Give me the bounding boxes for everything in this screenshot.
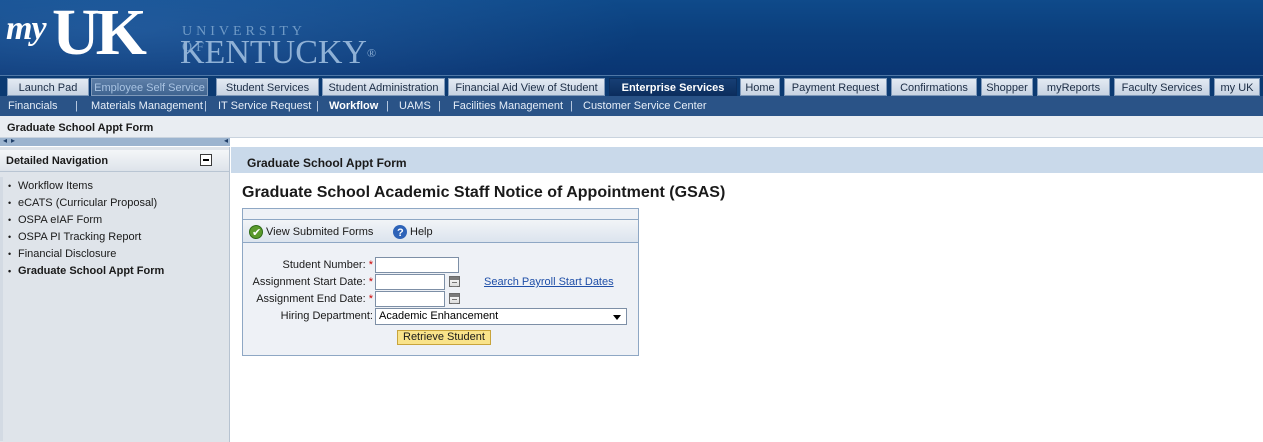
tab-enterprise-services[interactable]: Enterprise Services bbox=[609, 78, 737, 96]
tab-launch-pad[interactable]: Launch Pad bbox=[7, 78, 89, 96]
subnav-separator: | bbox=[386, 100, 389, 112]
help-label: Help bbox=[410, 226, 433, 238]
nav-item-workflow-items[interactable]: Workflow Items bbox=[0, 178, 229, 195]
content-header: Graduate School Appt Form bbox=[231, 153, 1263, 173]
navigation-pager: ◂ ▸ ◂ bbox=[0, 136, 1263, 147]
subnav-separator: | bbox=[204, 100, 207, 112]
tab-myreports[interactable]: myReports bbox=[1037, 78, 1110, 96]
checkmark-icon bbox=[249, 224, 263, 242]
top-navigation: Launch Pad Employee Self Service Student… bbox=[0, 75, 1263, 96]
subnav-customer-service-center[interactable]: Customer Service Center bbox=[583, 96, 707, 116]
subnav-uams[interactable]: UAMS bbox=[399, 96, 431, 116]
logo-kentucky-text: KENTUCKY bbox=[180, 34, 367, 71]
logo-kentucky: KENTUCKY® bbox=[180, 36, 376, 70]
tab-financial-aid-view[interactable]: Financial Aid View of Student bbox=[448, 78, 605, 96]
subnav-financials[interactable]: Financials bbox=[8, 96, 58, 116]
required-marker: * bbox=[368, 293, 373, 305]
nav-item-graduate-school-appt-form[interactable]: Graduate School Appt Form bbox=[0, 263, 229, 280]
form-toolbar: View Submited Forms Help bbox=[243, 219, 638, 243]
start-date-label: Assignment Start Date: * bbox=[243, 276, 373, 288]
view-submitted-forms-label: View Submited Forms bbox=[266, 226, 374, 238]
tab-home[interactable]: Home bbox=[740, 78, 780, 96]
help-button[interactable]: Help bbox=[393, 223, 433, 242]
header-banner: my UK UNIVERSITY OF KENTUCKY® bbox=[0, 0, 1263, 75]
hiring-department-label: Hiring Department: bbox=[280, 310, 373, 322]
required-marker: * bbox=[368, 276, 373, 288]
pager-collapse-icon[interactable]: ◂ bbox=[224, 136, 228, 145]
logo-uk-text: UK bbox=[52, 0, 147, 69]
nav-item-financial-disclosure[interactable]: Financial Disclosure bbox=[0, 246, 229, 263]
nav-item-ospa-pi-tracking-report[interactable]: OSPA PI Tracking Report bbox=[0, 229, 229, 246]
pager-prev-icon[interactable]: ◂ bbox=[3, 136, 7, 145]
main-content: Graduate School Appt Form Graduate Schoo… bbox=[231, 147, 1263, 442]
calendar-icon[interactable] bbox=[449, 276, 460, 287]
sub-navigation: Financials | Materials Management | IT S… bbox=[0, 96, 1263, 116]
student-number-label-text: Student Number: bbox=[282, 259, 366, 271]
logo-my-text: my bbox=[6, 10, 47, 47]
subnav-workflow[interactable]: Workflow bbox=[329, 96, 378, 116]
view-submitted-forms-button[interactable]: View Submited Forms bbox=[249, 223, 374, 242]
start-date-label-text: Assignment Start Date: bbox=[252, 276, 366, 288]
tab-confirmations[interactable]: Confirmations bbox=[891, 78, 977, 96]
student-number-label: Student Number: * bbox=[243, 259, 374, 271]
nav-item-ospa-eiaf-form[interactable]: OSPA eIAF Form bbox=[0, 212, 229, 229]
nav-item-ecats[interactable]: eCATS (Curricular Proposal) bbox=[0, 195, 229, 212]
tab-payment-request[interactable]: Payment Request bbox=[784, 78, 887, 96]
detailed-navigation-title: Detailed Navigation bbox=[6, 155, 109, 167]
logo-registered-mark: ® bbox=[366, 46, 377, 60]
tab-employee-self-service[interactable]: Employee Self Service bbox=[91, 78, 208, 96]
collapse-panel-icon[interactable] bbox=[200, 154, 212, 166]
page-title: Graduate School Appt Form bbox=[0, 116, 1263, 138]
tab-my-uk[interactable]: my UK bbox=[1214, 78, 1260, 96]
subnav-separator: | bbox=[316, 100, 319, 112]
subnav-facilities-management[interactable]: Facilities Management bbox=[453, 96, 563, 116]
required-marker: * bbox=[368, 259, 373, 271]
tab-shopper[interactable]: Shopper bbox=[981, 78, 1033, 96]
subnav-separator: | bbox=[570, 100, 573, 112]
student-number-input[interactable] bbox=[375, 257, 459, 273]
subnav-it-service-request[interactable]: IT Service Request bbox=[218, 96, 311, 116]
calendar-icon[interactable] bbox=[449, 293, 460, 304]
tab-faculty-services[interactable]: Faculty Services bbox=[1114, 78, 1210, 96]
subnav-separator: | bbox=[75, 100, 78, 112]
end-date-input[interactable] bbox=[375, 291, 445, 307]
pager-next-icon[interactable]: ▸ bbox=[11, 136, 15, 145]
tab-student-administration[interactable]: Student Administration bbox=[322, 78, 445, 96]
appointment-form: View Submited Forms Help Student Number:… bbox=[242, 208, 639, 356]
detailed-navigation-header: Detailed Navigation bbox=[0, 150, 229, 172]
tab-student-services[interactable]: Student Services bbox=[216, 78, 319, 96]
search-payroll-start-dates-link[interactable]: Search Payroll Start Dates bbox=[484, 276, 614, 288]
end-date-label-text: Assignment End Date: bbox=[256, 293, 366, 305]
help-icon bbox=[393, 224, 407, 242]
hiring-department-select[interactable]: Academic Enhancement bbox=[375, 308, 627, 325]
detailed-navigation-list: Workflow Items eCATS (Curricular Proposa… bbox=[0, 178, 229, 280]
start-date-input[interactable] bbox=[375, 274, 445, 290]
form-heading: Graduate School Academic Staff Notice of… bbox=[242, 184, 726, 201]
hiring-department-value: Academic Enhancement bbox=[379, 310, 499, 322]
subnav-separator: | bbox=[438, 100, 441, 112]
dropdown-arrow-icon bbox=[613, 315, 621, 320]
subnav-materials-management[interactable]: Materials Management bbox=[91, 96, 203, 116]
end-date-label: Assignment End Date: * bbox=[243, 293, 373, 305]
detailed-navigation-panel: Detailed Navigation Workflow Items eCATS… bbox=[0, 147, 230, 442]
retrieve-student-button[interactable]: Retrieve Student bbox=[397, 330, 491, 345]
pager-bar: ◂ ▸ ◂ bbox=[0, 136, 230, 146]
